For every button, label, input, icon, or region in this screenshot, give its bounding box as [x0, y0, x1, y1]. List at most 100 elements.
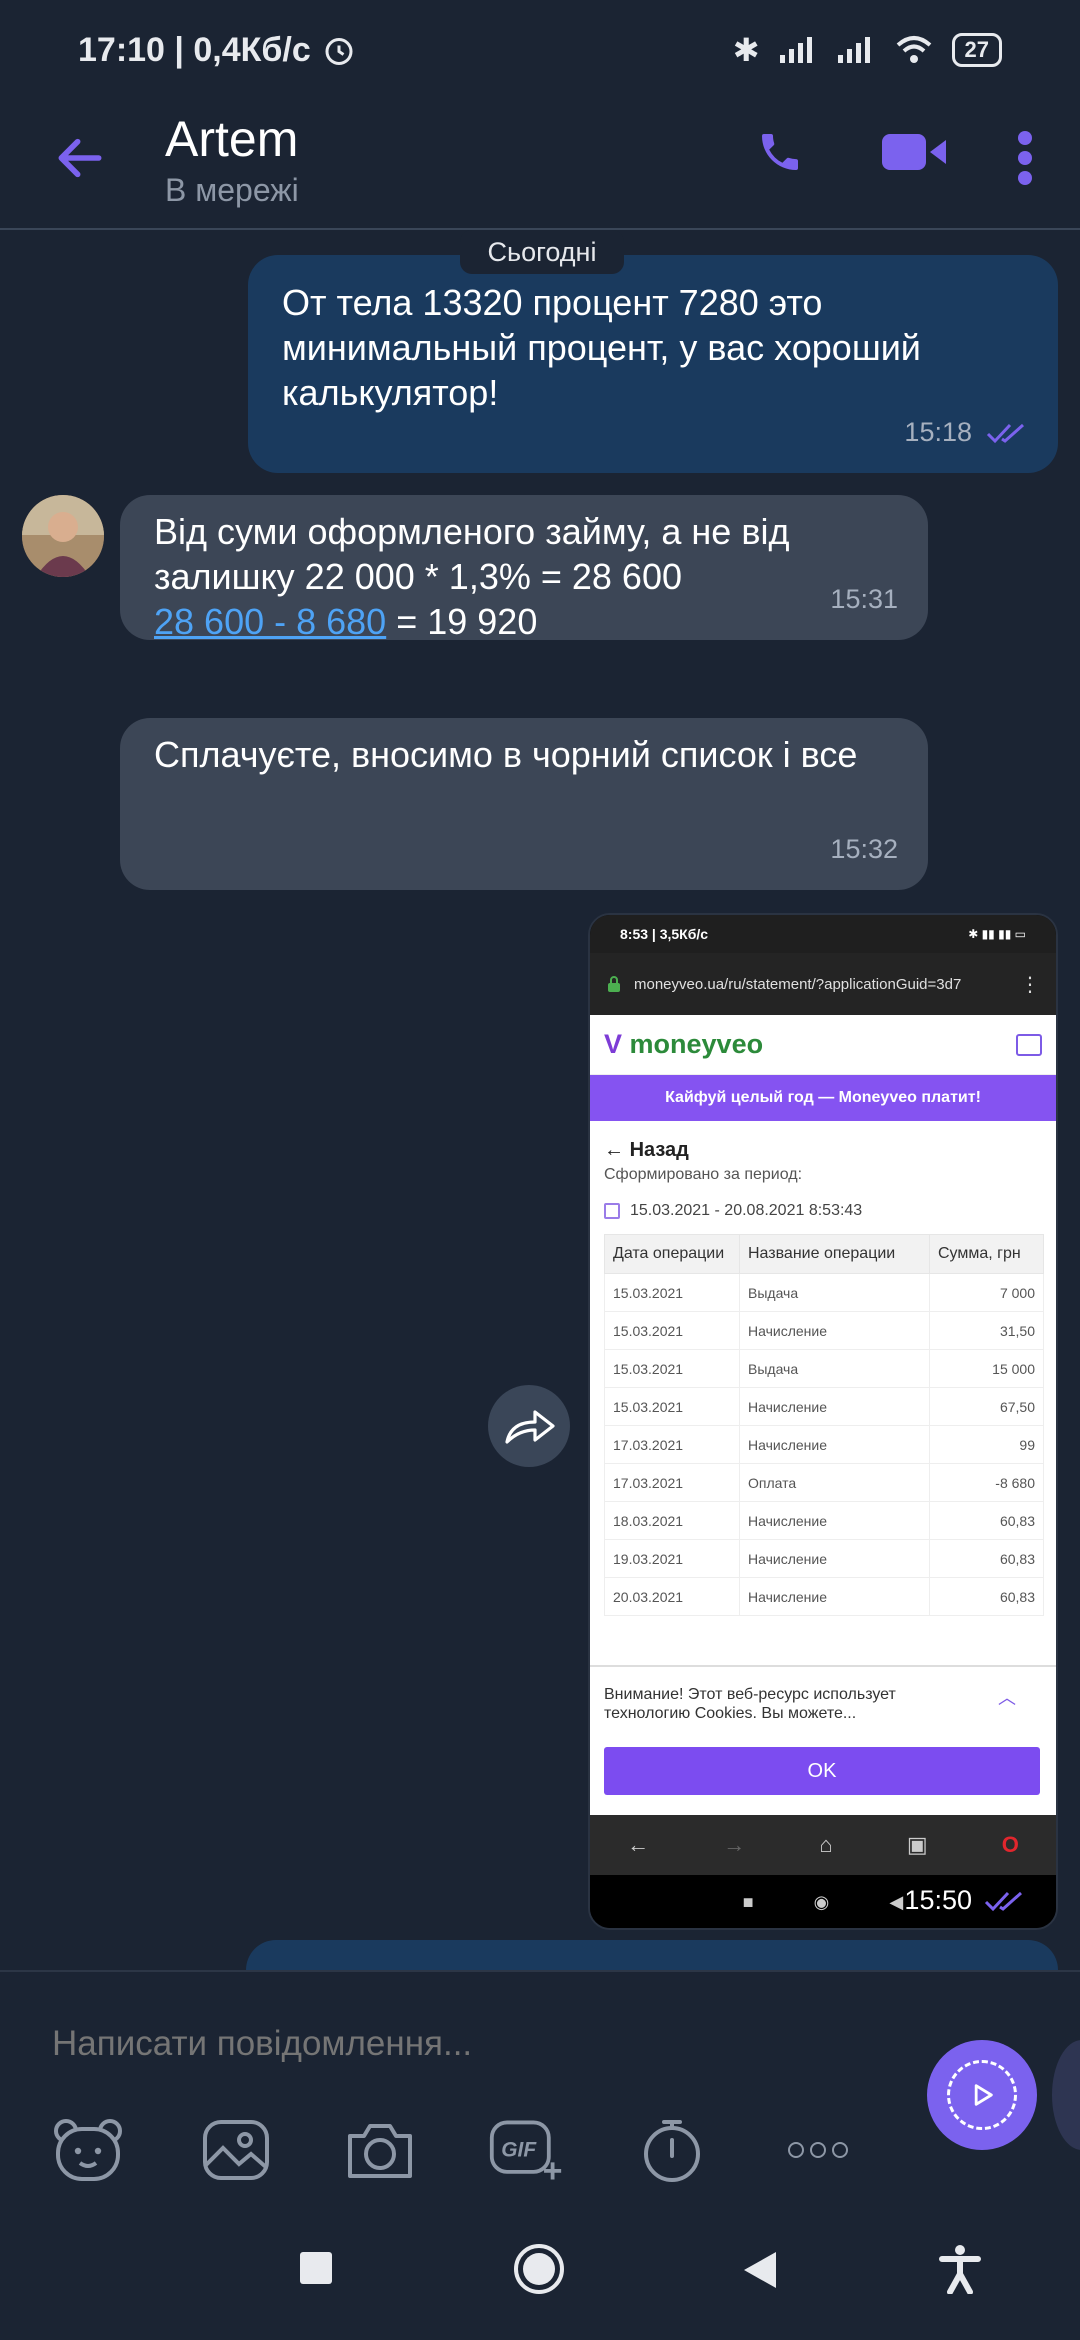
lock-icon — [608, 976, 620, 992]
play-icon — [974, 2084, 993, 2106]
timer-button[interactable] — [634, 2112, 710, 2188]
table-cell: Начисление — [739, 1425, 930, 1464]
message-meta: 15:32 — [830, 827, 898, 872]
message-incoming[interactable]: Сплачуєте, вносимо в чорний список і все… — [120, 718, 928, 890]
phone-call-icon[interactable] — [756, 128, 804, 176]
share-arrow-icon — [505, 1410, 555, 1444]
opera-icon: O — [1001, 1832, 1019, 1857]
square-icon — [300, 2252, 332, 2284]
table-cell: 31,50 — [929, 1311, 1044, 1350]
table-header: Название операции — [739, 1234, 930, 1274]
message-input[interactable] — [52, 2024, 852, 2064]
side-button[interactable] — [1052, 2040, 1080, 2150]
shot-browser-nav: ← → ⌂ ▣ O — [590, 1815, 1056, 1875]
status-time: 17:10 | 0,4Кб/с — [78, 30, 311, 69]
status-bar: 17:10 | 0,4Кб/с ✱ 27 — [0, 0, 1080, 100]
shot-home-icon: ⌂ — [819, 1832, 833, 1857]
calendar-icon — [604, 1203, 620, 1219]
message-text: Від суми оформленого займу, а не від зал… — [154, 511, 790, 642]
chat-header: Artem В мережі — [0, 100, 1080, 230]
more-dots-icon — [788, 2142, 848, 2158]
gif-icon: GIF — [489, 2120, 562, 2180]
message-meta: 15:50 — [904, 1885, 1026, 1916]
table-row: 19.03.2021 Начисление 60,83 — [604, 1539, 1044, 1578]
signal-icon — [779, 37, 812, 63]
composer: GIF — [0, 1970, 1080, 2200]
message-incoming[interactable]: Від суми оформленого займу, а не від зал… — [120, 495, 928, 642]
sticker-bear-icon — [54, 2119, 122, 2181]
home-button[interactable] — [512, 2242, 566, 2301]
table-body: 15.03.2021 Выдача 7 000 15.03.2021 Начислени… — [604, 1273, 1044, 1616]
table-header: Дата операции — [604, 1234, 740, 1274]
signal-icon-2 — [837, 37, 870, 63]
shot-menu-icon: ⋮ — [1020, 973, 1040, 996]
table-row: 15.03.2021 Начисление 31,50 — [604, 1311, 1044, 1350]
double-check-icon — [986, 423, 1024, 443]
shot-back: ← Назад — [604, 1139, 689, 1161]
table-cell: 60,83 — [929, 1539, 1044, 1578]
table-cell: 67,50 — [929, 1387, 1044, 1426]
sticker-button[interactable] — [50, 2112, 126, 2188]
table-header: Сумма, грн — [929, 1234, 1044, 1274]
shot-statement-table: Дата операции Название операции Сумма, г… — [604, 1234, 1044, 1616]
table-cell: -8 680 — [929, 1463, 1044, 1502]
table-row: 18.03.2021 Начисление 60,83 — [604, 1501, 1044, 1540]
message-time: 15:31 — [830, 584, 898, 614]
table-cell: 18.03.2021 — [604, 1501, 740, 1540]
table-cell: 17.03.2021 — [604, 1463, 740, 1502]
contact-status: В мережі — [165, 172, 299, 208]
message-time: 15:50 — [904, 1885, 972, 1915]
table-cell: Выдача — [739, 1273, 930, 1312]
bluetooth-icon: ✱ — [732, 32, 760, 68]
table-cell: Начисление — [739, 1577, 930, 1616]
table-cell: 17.03.2021 — [604, 1425, 740, 1464]
message-time: 15:32 — [830, 834, 898, 864]
forward-button[interactable] — [488, 1385, 570, 1467]
message-link[interactable]: 28 600 - 8 680 — [154, 601, 386, 642]
shot-banner: Кайфуй целый год — Moneyveo платит! — [590, 1075, 1056, 1121]
table-cell: 15.03.2021 — [604, 1349, 740, 1388]
accessibility-button[interactable] — [938, 2244, 982, 2299]
back-button[interactable] — [742, 2250, 778, 2295]
back-triangle-icon — [744, 2252, 776, 2288]
shot-period-label: Сформировано за период: — [604, 1166, 803, 1183]
table-cell: 19.03.2021 — [604, 1539, 740, 1578]
table-cell: Начисление — [739, 1501, 930, 1540]
alarm-icon — [325, 38, 353, 65]
gallery-button[interactable] — [198, 2112, 274, 2188]
message-outgoing[interactable]: От тела 13320 процент 7280 это минимальн… — [248, 255, 1058, 473]
svg-text:GIF: GIF — [501, 2139, 537, 2162]
recent-apps-button[interactable] — [298, 2250, 334, 2291]
shot-address-bar: moneyveo.ua/ru/statement/?applicationGui… — [590, 953, 1056, 1015]
table-cell: 15.03.2021 — [604, 1387, 740, 1426]
camera-icon — [348, 2124, 412, 2178]
gif-button[interactable]: GIF — [488, 2112, 564, 2188]
table-cell: Начисление — [739, 1387, 930, 1426]
shot-back-icon: ← — [627, 1832, 650, 1857]
gallery-icon — [203, 2120, 269, 2180]
shot-forward-icon: → — [723, 1832, 746, 1857]
table-cell: 60,83 — [929, 1501, 1044, 1540]
image-message[interactable]: 8:53 | 3,5Кб/с ✱ ▮▮ ▮▮ ▭ moneyveo.ua/ru/… — [588, 913, 1058, 1930]
video-call-icon[interactable] — [880, 128, 950, 176]
table-cell: 20.03.2021 — [604, 1577, 740, 1616]
message-meta: 15:31 — [830, 577, 898, 622]
contact-avatar[interactable] — [22, 495, 104, 577]
chat-area[interactable]: Сьогодні От тела 13320 процент 7280 это … — [0, 230, 1080, 1970]
home-circle-icon — [514, 2244, 564, 2294]
date-separator: Сьогодні — [460, 230, 624, 274]
message-outgoing-partial[interactable] — [246, 1940, 1058, 1970]
message-text: От тела 13320 процент 7280 это минимальн… — [282, 282, 921, 413]
message-meta: 15:18 — [904, 410, 1028, 455]
shot-ok-button: OK — [604, 1747, 1040, 1795]
contact-name[interactable]: Artem — [165, 110, 298, 168]
table-row: 17.03.2021 Оплата -8 680 — [604, 1463, 1044, 1502]
table-cell: Выдача — [739, 1349, 930, 1388]
table-cell: 99 — [929, 1425, 1044, 1464]
camera-button[interactable] — [342, 2112, 418, 2188]
table-row: 15.03.2021 Начисление 67,50 — [604, 1387, 1044, 1426]
voice-message-button[interactable] — [927, 2040, 1037, 2150]
more-button[interactable] — [780, 2112, 856, 2188]
back-arrow-icon[interactable] — [52, 130, 108, 186]
more-options-icon[interactable] — [1010, 128, 1040, 188]
